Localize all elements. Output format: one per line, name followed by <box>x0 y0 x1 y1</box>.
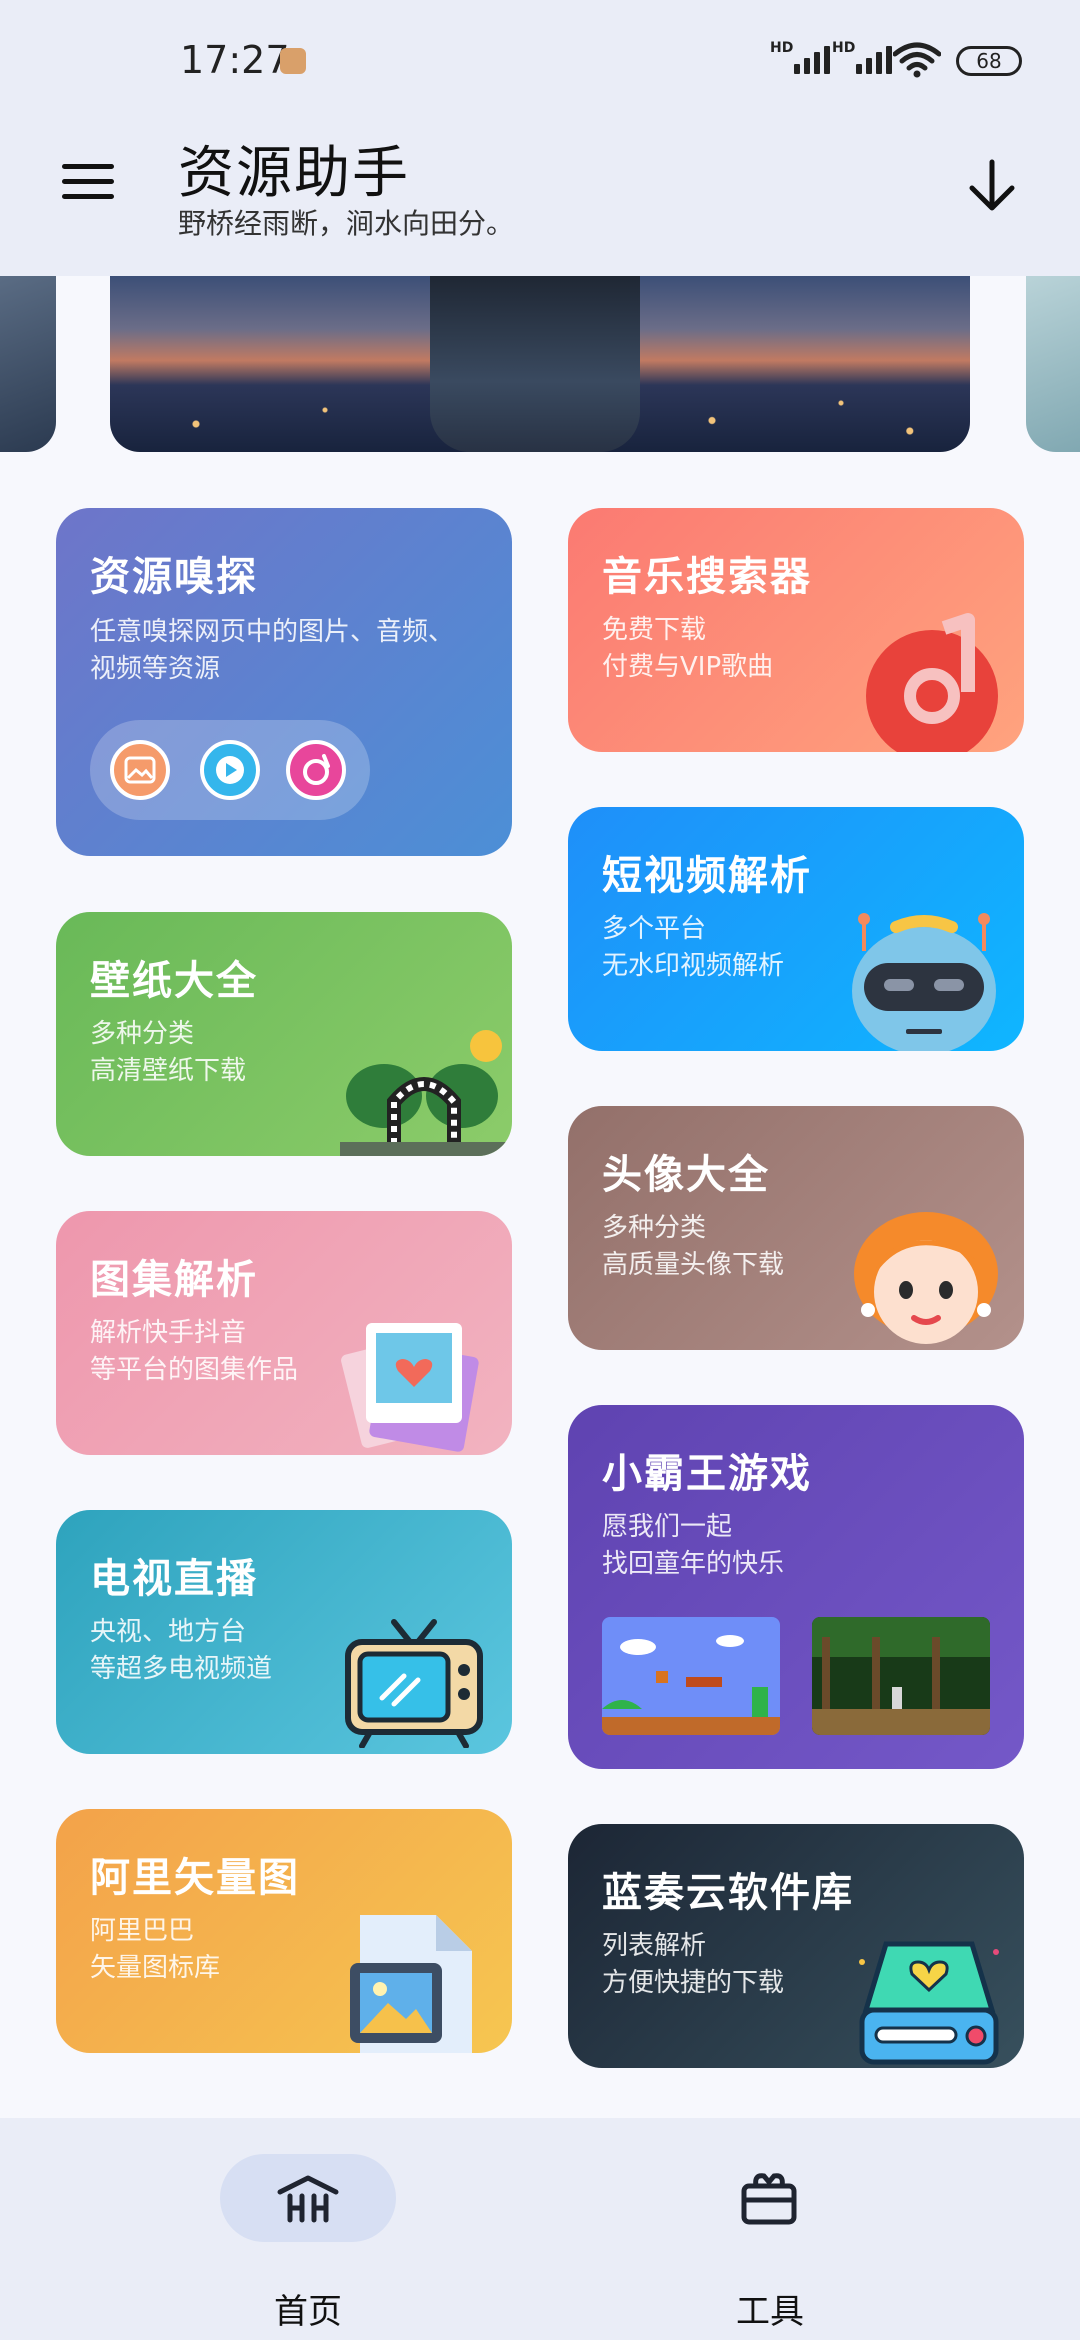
bottom-navigation: 首页 工具 <box>0 2118 1080 2340</box>
app-header: 资源助手 野桥经雨断，涧水向田分。 <box>0 120 1080 276</box>
status-time: 17:27 <box>180 38 290 82</box>
cloud-drive-icon <box>859 1941 999 2065</box>
signal-icon-2: HD <box>832 40 892 76</box>
robot-icon <box>852 913 996 1051</box>
card-title: 短视频解析 <box>602 853 812 899</box>
card-resource-sniffer[interactable]: 资源嗅探 任意嗅探网页中的图片、音频、视频等资源 <box>56 508 512 856</box>
card-desc-2: 等平台的图集作品 <box>90 1355 299 1385</box>
card-desc-1: 阿里巴巴 <box>90 1916 195 1946</box>
audio-icon <box>286 740 346 800</box>
card-desc-1: 多种分类 <box>90 1019 195 1049</box>
card-desc-2: 高质量头像下载 <box>602 1250 785 1280</box>
image-icon <box>110 740 170 800</box>
banner-city-lights <box>110 382 970 452</box>
video-icon <box>200 740 260 800</box>
card-lanzou-software[interactable]: 蓝奏云软件库 列表解析 方便快捷的下载 <box>568 1824 1024 2068</box>
card-title: 音乐搜索器 <box>602 554 812 600</box>
nav-tools-label[interactable]: 工具 <box>710 2284 830 2333</box>
card-tv-live[interactable]: 电视直播 央视、地方台 等超多电视频道 <box>56 1510 512 1754</box>
card-avatar[interactable]: 头像大全 多种分类 高质量头像下载 <box>568 1106 1024 1350</box>
status-bar: 17:27 HD HD 68 <box>0 0 1080 120</box>
card-short-video-parser[interactable]: 短视频解析 多个平台 无水印视频解析 <box>568 807 1024 1051</box>
card-desc-1: 免费下载 <box>602 615 707 645</box>
card-title: 壁纸大全 <box>90 958 258 1004</box>
toolbox-icon[interactable] <box>740 2170 798 2226</box>
card-nes-games[interactable]: 小霸王游戏 愿我们一起 找回童年的快乐 <box>568 1405 1024 1769</box>
card-title: 电视直播 <box>90 1556 258 1602</box>
card-title: 头像大全 <box>602 1152 770 1198</box>
card-desc-2: 无水印视频解析 <box>602 951 785 981</box>
card-desc-2: 付费与VIP歌曲 <box>602 652 774 682</box>
card-desc-2: 方便快捷的下载 <box>602 1968 785 1998</box>
notification-icon <box>280 48 306 74</box>
card-desc: 任意嗅探网页中的图片、音频、视频等资源 <box>90 617 455 684</box>
page-title: 资源助手 <box>178 141 410 206</box>
card-desc-1: 解析快手抖音 <box>90 1318 247 1348</box>
photo-stack-icon <box>341 1323 479 1452</box>
battery-indicator: 68 <box>956 46 1022 76</box>
card-desc-1: 多个平台 <box>602 914 707 944</box>
image-file-icon <box>350 1915 472 2053</box>
card-desc-1: 列表解析 <box>602 1931 707 1961</box>
card-title: 蓝奏云软件库 <box>602 1870 854 1916</box>
banner-slide[interactable] <box>110 276 970 452</box>
tv-icon <box>345 1619 483 1748</box>
media-type-pill <box>90 720 370 820</box>
avatar-girl-icon <box>854 1212 998 1344</box>
card-desc-2: 高清壁纸下载 <box>90 1056 247 1086</box>
banner-carousel[interactable] <box>0 276 1080 452</box>
signal-hd-label-2: HD <box>832 40 856 56</box>
card-desc-1: 央视、地方台 <box>90 1617 247 1647</box>
card-desc-2: 找回童年的快乐 <box>602 1549 785 1579</box>
page-subtitle: 野桥经雨断，涧水向田分。 <box>178 207 515 240</box>
nav-home-label[interactable]: 首页 <box>248 2284 368 2333</box>
download-icon[interactable] <box>966 158 1018 214</box>
card-title: 小霸王游戏 <box>602 1451 812 1497</box>
menu-icon[interactable] <box>62 164 114 204</box>
signal-hd-label: HD <box>770 40 794 56</box>
card-title: 图集解析 <box>90 1257 258 1303</box>
home-icon[interactable] <box>276 2174 340 2224</box>
banner-next-slide[interactable] <box>1026 276 1080 452</box>
banner-prev-slide[interactable] <box>0 276 56 452</box>
contra-game-thumbnail[interactable] <box>812 1617 990 1735</box>
mario-game-thumbnail[interactable] <box>602 1617 780 1735</box>
card-desc-1: 愿我们一起 <box>602 1512 733 1542</box>
signal-icon: HD <box>770 40 830 76</box>
card-ali-vector[interactable]: 阿里矢量图 阿里巴巴 矢量图标库 <box>56 1809 512 2053</box>
card-music-search[interactable]: 音乐搜索器 免费下载 付费与VIP歌曲 <box>568 508 1024 752</box>
card-desc-2: 矢量图标库 <box>90 1953 221 1983</box>
garden-arch-icon <box>340 1030 512 1156</box>
card-gallery-parser[interactable]: 图集解析 解析快手抖音 等平台的图集作品 <box>56 1211 512 1455</box>
card-title: 资源嗅探 <box>90 554 258 600</box>
card-desc-1: 多种分类 <box>602 1213 707 1243</box>
card-wallpaper[interactable]: 壁纸大全 多种分类 高清壁纸下载 <box>56 912 512 1156</box>
wifi-icon <box>893 42 941 78</box>
card-title: 阿里矢量图 <box>90 1855 300 1901</box>
card-desc-2: 等超多电视频道 <box>90 1654 273 1684</box>
music-note-icon <box>866 613 998 752</box>
